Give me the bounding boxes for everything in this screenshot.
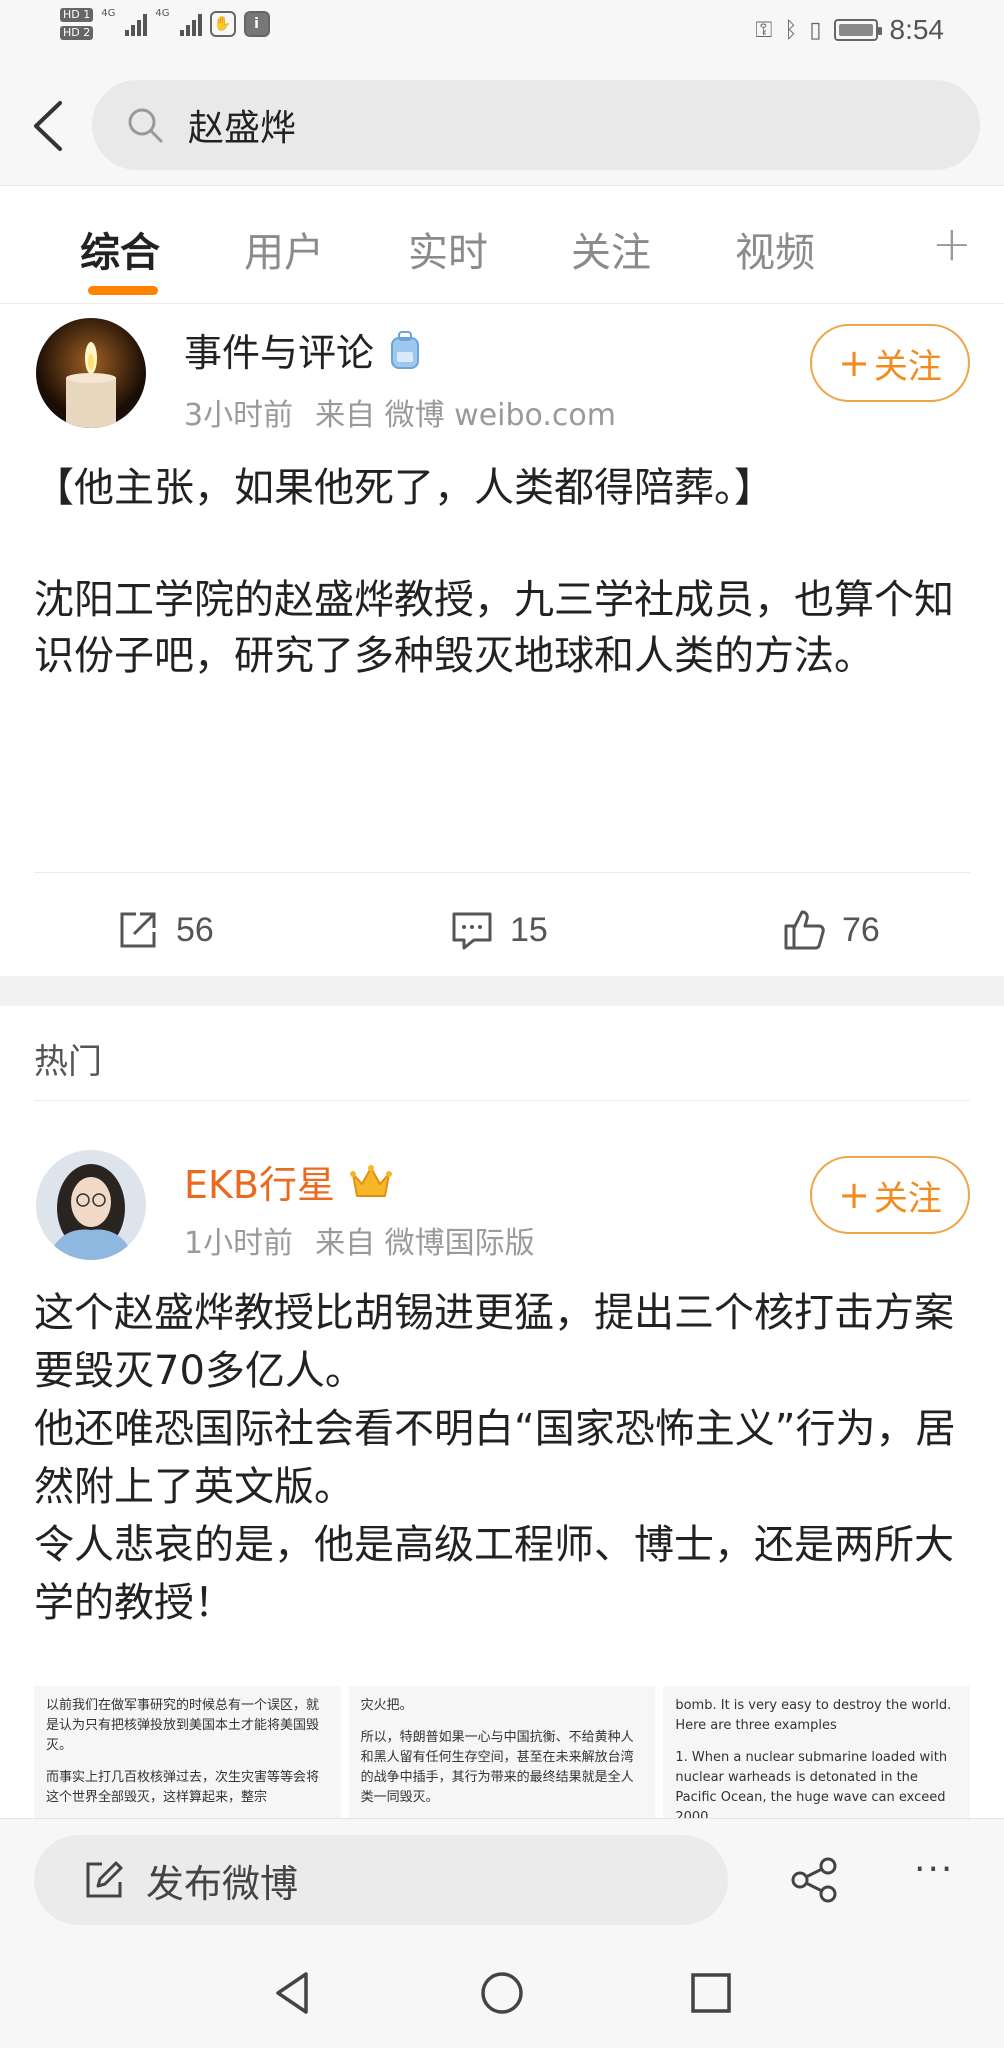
avatar[interactable] — [36, 1150, 146, 1260]
post-meta: 1小时前 来自 微博国际版 — [184, 1218, 535, 1262]
share-icon[interactable] — [790, 1857, 840, 1903]
like-button[interactable]: 76 — [782, 908, 880, 952]
post-source: 来自 微博国际版 — [315, 1226, 535, 1261]
post-image[interactable]: 灾火把。 所以，特朗普如果一心与中国抗衡、不给黄种人和黑人留有任何生存空间，甚至… — [348, 1686, 656, 1818]
author-label: 事件与评论 — [184, 331, 375, 375]
image-text: 1. When a nuclear submarine loaded with … — [675, 1750, 948, 1818]
search-query: 赵盛烨 — [188, 108, 297, 149]
more-options-icon[interactable]: ··· — [914, 1849, 954, 1890]
image-text: 灾火把。 — [360, 1698, 413, 1713]
status-right: ⚿ ᛒ ▯ 8:54 — [755, 14, 944, 46]
post-paragraph: 沈阳工学院的赵盛烨教授，九三学社成员，也算个知识份子吧，研究了多种毁灭地球和人类… — [34, 577, 954, 679]
tab-video[interactable]: 视频 — [735, 220, 815, 278]
like-count: 76 — [842, 910, 880, 949]
plus-icon: + — [838, 341, 870, 385]
author-name[interactable]: 事件与评论 — [184, 322, 422, 377]
search-input[interactable]: 赵盛烨 — [92, 80, 980, 170]
active-tab-indicator — [88, 286, 158, 295]
compose-placeholder: 发布微博 — [146, 1861, 299, 1906]
hot-section-label: 热门 — [34, 1042, 102, 1082]
post-time: 3小时前 — [184, 398, 294, 433]
divider — [34, 872, 970, 873]
repost-count: 56 — [176, 910, 214, 949]
section-gap — [0, 976, 1004, 1006]
post-image[interactable]: bomb. It is very easy to destroy the wor… — [663, 1686, 970, 1818]
image-text: 以前我们在做军事研究的时候总有一个误区，就是认为只有把核弹投放到美国本土才能将美… — [46, 1698, 320, 1753]
compose-button[interactable]: 发布微博 — [34, 1835, 728, 1925]
tab-realtime[interactable]: 实时 — [408, 220, 488, 278]
divider — [34, 1100, 970, 1101]
back-button[interactable] — [22, 94, 72, 158]
image-text: 所以，特朗普如果一心与中国抗衡、不给黄种人和黑人留有任何生存空间，甚至在未来解放… — [360, 1730, 634, 1805]
tab-users[interactable]: 用户 — [244, 220, 324, 278]
comment-count: 15 — [510, 910, 548, 949]
crown-icon — [350, 1164, 392, 1197]
candle-icon — [36, 318, 146, 428]
repost-icon — [120, 912, 156, 948]
search-icon — [128, 108, 163, 143]
post-images: 以前我们在做军事研究的时候总有一个误区，就是认为只有把核弹投放到美国本土才能将美… — [34, 1686, 970, 1818]
post-paragraph: 【他主张，如果他死了，人类都得陪葬。】 — [34, 465, 774, 511]
post-source: 来自 微博 weibo.com — [315, 398, 616, 433]
info-icon: i — [243, 11, 270, 37]
search-header: 赵盛烨 — [0, 68, 1004, 186]
add-tab-button[interactable]: + — [932, 216, 972, 272]
thumbs-up-icon — [784, 910, 825, 950]
system-nav-bar — [0, 1938, 1004, 2048]
avatar[interactable] — [36, 318, 146, 428]
compose-bar: 发布微博 ··· — [0, 1818, 1004, 1938]
post-image[interactable]: 以前我们在做军事研究的时候总有一个误区，就是认为只有把核弹投放到美国本土才能将美… — [34, 1686, 341, 1818]
nav-back-icon[interactable] — [268, 1968, 318, 2018]
author-name[interactable]: EKB行星 — [184, 1154, 393, 1209]
signal-icon — [125, 12, 148, 36]
post-paragraph: 这个赵盛烨教授比胡锡进更猛，提出三个核打击方案要毁灭70多亿人。 — [34, 1290, 954, 1394]
image-text: 而事实上打几百枚核弹过去，次生灾害等等会将这个世界全部毁灭，这样算起来，整宗 — [46, 1770, 320, 1805]
key-icon: ⚿ — [755, 17, 773, 43]
status-bar: HD 1 HD 2 4G 4G ✋ i ⚿ ᛒ ▯ 8:54 — [0, 0, 1004, 68]
image-text: bomb. It is very easy to destroy the wor… — [675, 1698, 952, 1733]
status-left: HD 1 HD 2 4G 4G ✋ i — [60, 8, 270, 40]
post-meta: 3小时前 来自 微博 weibo.com — [184, 390, 616, 434]
battery-icon — [833, 19, 882, 41]
network-type-2: 4G — [155, 8, 170, 19]
repost-button[interactable]: 56 — [116, 908, 214, 952]
network-type-1: 4G — [101, 8, 116, 19]
tab-following[interactable]: 关注 — [571, 220, 651, 278]
post-paragraph: 令人悲哀的是，他是高级工程师、博士，还是两所大学的教授！ — [34, 1522, 954, 1626]
bluetooth-icon: ᛒ — [784, 17, 798, 43]
post-card: 事件与评论 3小时前 来自 微博 weibo.com + 关注 【他主张，如果他死了… — [0, 304, 1004, 976]
filter-tabs: 综合 用户 实时 关注 视频 + — [0, 186, 1004, 304]
vibrate-icon: ▯ — [809, 17, 822, 43]
hd1-badge: HD 1 — [60, 8, 94, 22]
signal-icon-2 — [179, 12, 202, 36]
nav-recents-icon[interactable] — [686, 1968, 736, 2018]
comment-button[interactable]: 15 — [450, 908, 548, 952]
edit-icon — [86, 1861, 123, 1898]
follow-label: 关注 — [873, 346, 942, 387]
back-arrow-icon — [34, 101, 62, 151]
follow-label: 关注 — [873, 1178, 942, 1219]
tab-all[interactable]: 综合 — [80, 220, 160, 278]
hd2-badge: HD 2 — [60, 26, 94, 40]
comment-icon — [452, 912, 492, 950]
backpack-icon — [391, 330, 420, 369]
clock: 8:54 — [889, 14, 945, 45]
plus-icon: + — [838, 1173, 870, 1217]
follow-button[interactable]: + 关注 — [810, 1156, 970, 1234]
post-paragraph: 他还唯恐国际社会看不明白“国家恐怖主义”行为，居然附上了英文版。 — [34, 1406, 956, 1510]
author-label: EKB行星 — [184, 1163, 335, 1207]
post-body: 这个赵盛烨教授比胡锡进更猛，提出三个核打击方案要毁灭70多亿人。 他还唯恐国际社… — [34, 1284, 974, 1632]
post-time: 1小时前 — [184, 1226, 294, 1261]
user-photo-icon — [36, 1150, 146, 1260]
post-paragraph — [34, 516, 974, 572]
hd-indicators: HD 1 HD 2 — [60, 8, 94, 40]
hand-icon: ✋ — [209, 11, 236, 37]
post-body: 【他主张，如果他死了，人类都得陪葬。】 沈阳工学院的赵盛烨教授，九三学社成员，也… — [34, 460, 974, 684]
follow-button[interactable]: + 关注 — [810, 324, 970, 402]
nav-home-icon[interactable] — [477, 1968, 527, 2018]
